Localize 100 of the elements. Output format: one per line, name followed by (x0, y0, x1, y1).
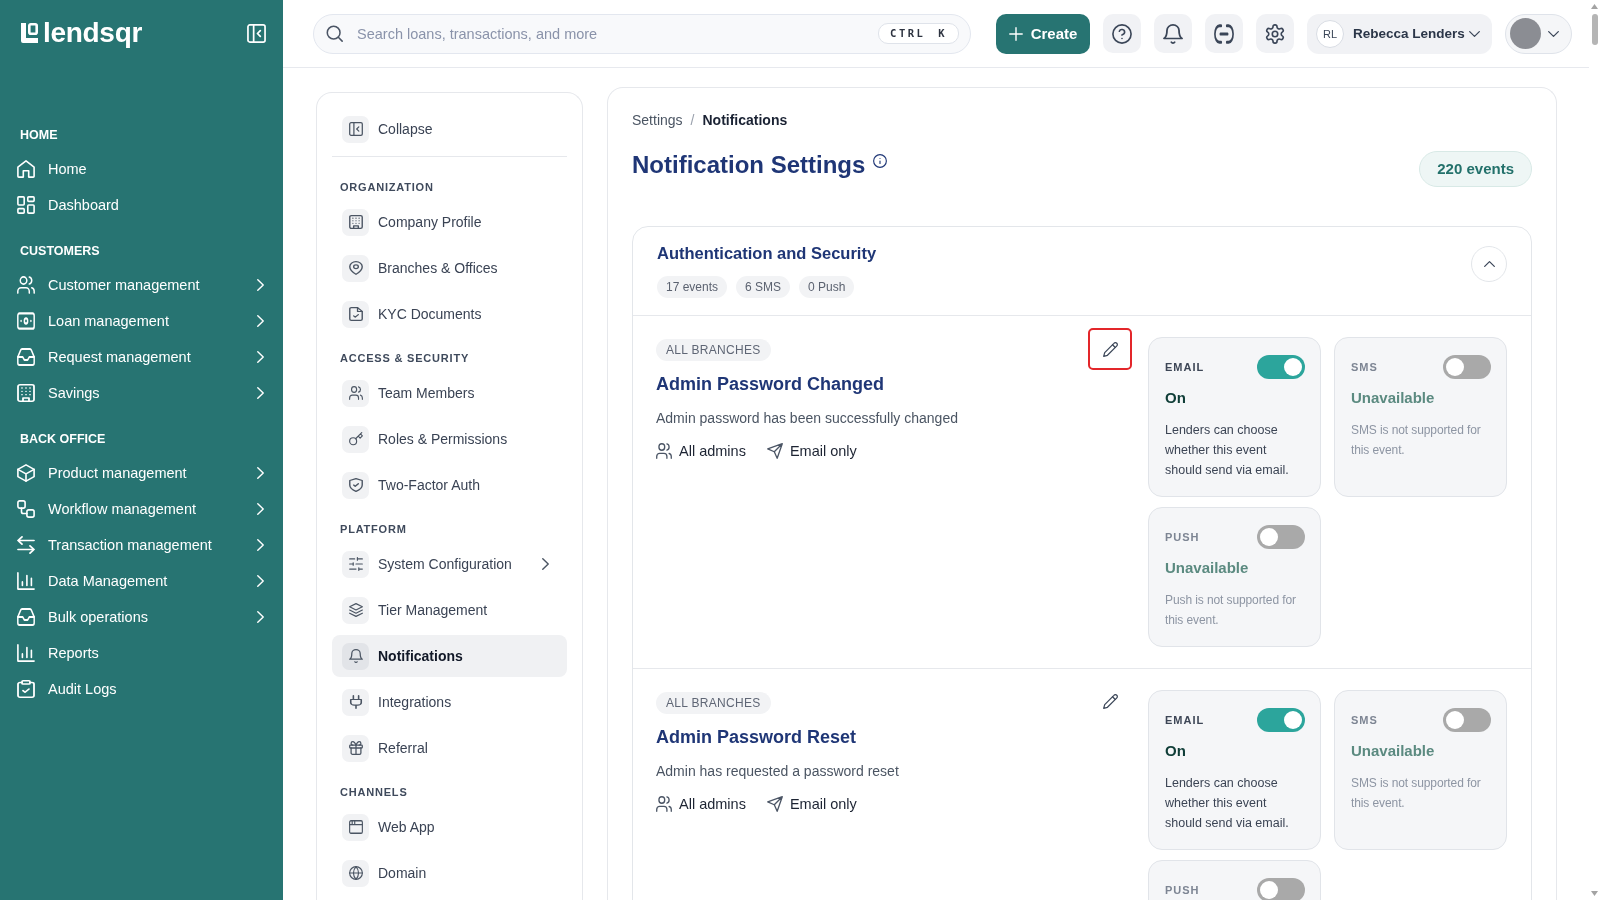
sidebar-item[interactable]: Reports (0, 635, 283, 671)
section-heading: PLATFORM (339, 522, 408, 536)
event-count-tag: 220 events (1419, 151, 1532, 187)
sidebar-item[interactable]: Transaction management (0, 527, 283, 563)
toggle-switch[interactable] (1443, 708, 1491, 732)
sidebar-item[interactable]: Customer management (0, 267, 283, 303)
channel-label: EMAIL (1165, 361, 1205, 373)
chevron-right-icon (257, 575, 264, 587)
settings-nav-item[interactable]: Company Profile (332, 201, 567, 243)
scroll-down-arrow-icon (1591, 891, 1598, 896)
settings-nav-item[interactable]: Web App (332, 806, 567, 848)
cube-box-icon (17, 464, 35, 482)
settings-nav-item[interactable]: Domain (332, 852, 567, 894)
channel-label: PUSH (1165, 884, 1200, 896)
chevron-right-icon (257, 503, 264, 515)
chevron-right-icon (257, 611, 264, 623)
inbox-tray-icon (17, 348, 35, 366)
event-description: Admin password has been successfully changed (656, 409, 958, 428)
sidebar-item[interactable]: Audit Logs (0, 671, 283, 707)
scrollbar-thumb[interactable] (1591, 14, 1598, 45)
count-tag: 6 SMS (736, 276, 791, 298)
sliders-icon (342, 550, 369, 578)
sidebar-item[interactable]: Request management (0, 339, 283, 375)
channel-description: Lenders can choose whether this event should send via email. (1165, 775, 1290, 832)
toggle-switch[interactable] (1257, 878, 1305, 900)
group-title: Authentication and Security (657, 243, 877, 263)
settings-nav-item[interactable]: Team Members (332, 372, 567, 414)
bar-chart-icon (17, 572, 35, 590)
settings-nav-item[interactable]: KYC Documents (332, 293, 567, 335)
channel-label: SMS (1351, 714, 1378, 726)
profile-menu-button[interactable] (1505, 13, 1572, 54)
section-heading: CHANNELS (339, 785, 409, 799)
breadcrumb-separator: / (690, 112, 695, 128)
settings-nav-item[interactable]: Tier Management (332, 589, 567, 631)
sidebar-item[interactable]: Loan management (0, 303, 283, 339)
section-heading: ACCESS & SECURITY (339, 351, 471, 365)
avatar-placeholder (1510, 18, 1541, 49)
help-icon (1112, 23, 1132, 44)
channel-description: Push is not supported for this event. (1165, 592, 1297, 629)
settings-nav-item[interactable]: Referral (332, 727, 567, 769)
sidebar-item[interactable]: Bulk operations (0, 599, 283, 635)
chevron-right-icon (257, 467, 264, 479)
sidebar-item[interactable]: Product management (0, 455, 283, 491)
bell-icon (1163, 23, 1183, 44)
create-button[interactable]: Create (996, 13, 1090, 54)
people-icon (656, 443, 672, 459)
channel-label: PUSH (1165, 531, 1200, 543)
edit-button[interactable] (1101, 692, 1120, 711)
channel-status: On (1165, 388, 1187, 408)
help-button[interactable] (1103, 14, 1141, 53)
breadcrumb-current[interactable]: Notifications (702, 112, 788, 128)
chevron-right-icon (257, 315, 264, 327)
settings-nav-item[interactable]: Roles & Permissions (332, 418, 567, 460)
bell-icon (342, 642, 369, 670)
settings-nav-item[interactable]: Two-Factor Auth (332, 464, 567, 506)
count-tag: 17 events (657, 276, 728, 298)
collapse-nav-button[interactable]: Collapse (332, 108, 567, 150)
audience-label: All admins (679, 442, 746, 461)
sidebar-collapse-button[interactable] (247, 23, 266, 43)
settings-nav-item[interactable]: Integrations (332, 681, 567, 723)
breadcrumb-link[interactable]: Settings (632, 112, 683, 128)
toggle-switch[interactable] (1257, 708, 1305, 732)
section-heading: BACK OFFICE (19, 431, 107, 447)
event-title: Admin Password Changed (656, 373, 886, 396)
sidebar-item[interactable]: Dashboard (0, 187, 283, 223)
channel-status: Unavailable (1351, 741, 1436, 761)
section-heading: CUSTOMERS (19, 243, 101, 259)
channel-description: SMS is not supported for this event. (1351, 422, 1482, 459)
sidebar-item[interactable]: Home (0, 151, 283, 187)
house-icon (17, 160, 35, 178)
globe-icon (342, 859, 369, 887)
channel-status: On (1165, 741, 1187, 761)
settings-nav-item[interactable]: System Configuration (332, 543, 567, 585)
toggle-switch[interactable] (1257, 525, 1305, 549)
settings-nav-item[interactable]: Branches & Offices (332, 247, 567, 289)
layers-icon (342, 596, 369, 624)
people-icon (656, 796, 672, 812)
edit-button[interactable] (1088, 328, 1132, 370)
building-icon (17, 384, 35, 402)
notifications-button[interactable] (1154, 14, 1192, 53)
plus-icon (1008, 26, 1023, 41)
search-icon (326, 24, 343, 42)
logo-wordmark: lendsqr (43, 17, 143, 49)
settings-button[interactable] (1256, 14, 1294, 53)
sidebar-item[interactable]: Data Management (0, 563, 283, 599)
link-button[interactable] (1205, 14, 1243, 53)
sidebar-item[interactable]: Workflow management (0, 491, 283, 527)
flow-nodes-icon (17, 500, 35, 518)
toggle-switch[interactable] (1443, 355, 1491, 379)
chevron-right-icon (257, 279, 264, 291)
toggle-switch[interactable] (1257, 355, 1305, 379)
chevron-down-icon (1548, 30, 1559, 37)
scope-tag: ALL BRANCHES (656, 339, 771, 361)
channel-label: SMS (1351, 361, 1378, 373)
sidebar-item[interactable]: Savings (0, 375, 283, 411)
gift-icon (342, 734, 369, 762)
logo-mark-icon (20, 22, 39, 44)
settings-nav-item[interactable]: Notifications (332, 635, 567, 677)
chevron-right-icon (257, 539, 264, 551)
user-menu-button[interactable]: RL Rebecca Lenders (1307, 13, 1492, 54)
